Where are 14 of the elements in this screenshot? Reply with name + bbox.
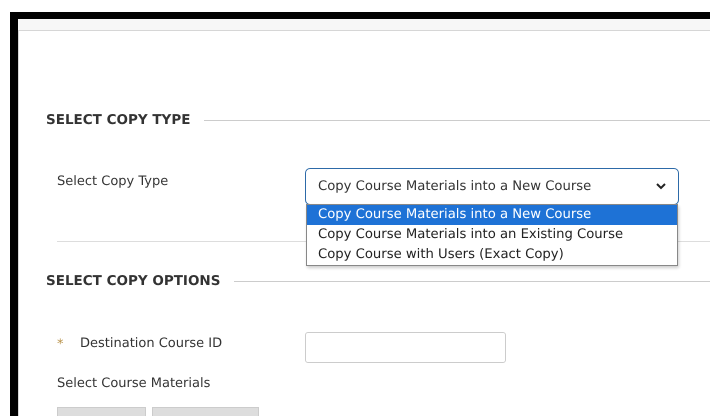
field-label: Select Copy Type — [57, 173, 170, 192]
section-heading: SELECT COPY OPTIONS — [46, 272, 220, 292]
field-label: Select Course Materials — [57, 374, 212, 392]
button[interactable] — [57, 407, 146, 416]
dropdown-option[interactable]: Copy Course with Users (Exact Copy) — [307, 245, 677, 266]
dropdown-option[interactable]: Copy Course Materials into an Existing Course — [307, 225, 677, 246]
copy-type-dropdown[interactable]: Copy Course Materials into a New Course — [305, 168, 679, 206]
dropdown-option[interactable]: Copy Course Materials into a New Course — [307, 205, 677, 226]
button[interactable] — [152, 407, 259, 416]
chevron-down-icon — [656, 183, 666, 190]
required-mark: * — [57, 336, 64, 354]
field-label: Destination Course ID — [80, 334, 224, 352]
input-field[interactable] — [305, 332, 506, 362]
section-heading: SELECT COPY TYPE — [46, 111, 190, 130]
